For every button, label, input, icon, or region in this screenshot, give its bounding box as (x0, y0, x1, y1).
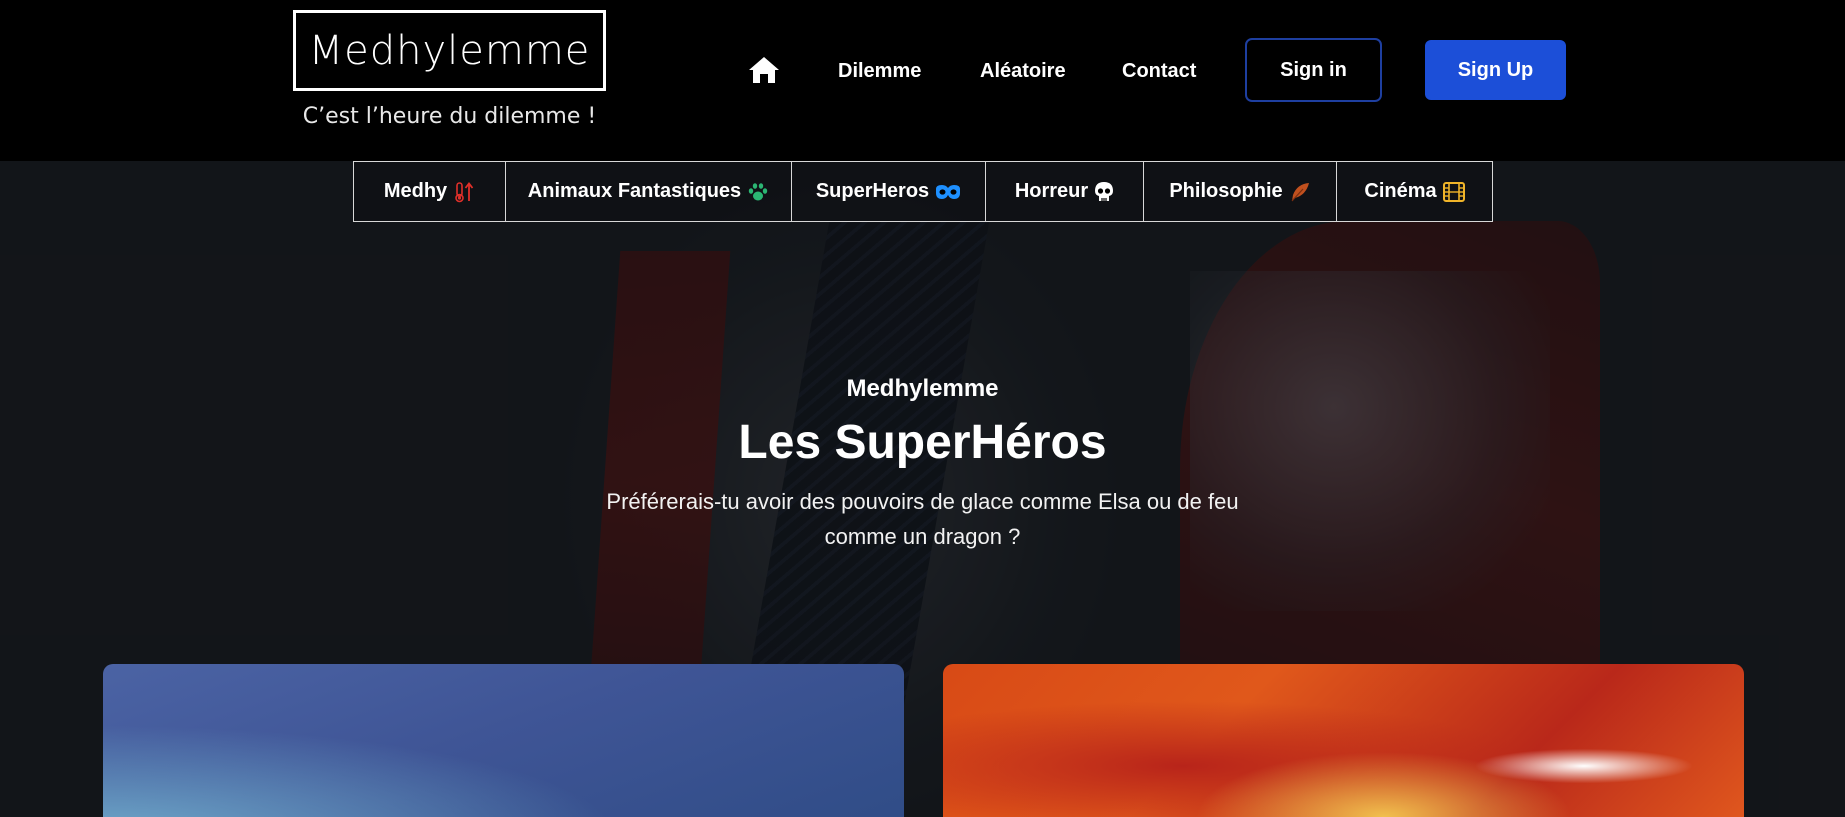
skull-icon (1094, 181, 1114, 203)
home-icon (749, 57, 779, 83)
category-label: Cinéma (1364, 180, 1437, 202)
hero-text: Medhylemme Les SuperHéros Préférerais-tu… (560, 375, 1285, 554)
hero-eyebrow: Medhylemme (846, 375, 999, 402)
paw-icon (747, 182, 769, 202)
category-label: Philosophie (1169, 180, 1283, 202)
feather-icon (1289, 181, 1311, 203)
logo-text: Medhylemme (308, 27, 591, 74)
choice-card-fire[interactable] (943, 664, 1744, 817)
header: Medhylemme C’est l’heure du dilemme ! Di… (0, 0, 1845, 161)
dilemma-question: Préférerais-tu avoir des pouvoirs de gla… (606, 489, 1239, 549)
choice-card-fire-image (943, 664, 1744, 817)
home-link[interactable] (748, 56, 780, 84)
category-bar: Medhy Animaux Fantastiques SuperHeros Ho… (353, 161, 1493, 222)
category-tab-cinema[interactable]: Cinéma (1337, 162, 1492, 221)
choice-card-ice[interactable] (103, 664, 904, 817)
category-tab-superheros[interactable]: SuperHeros (792, 162, 986, 221)
film-icon (1442, 181, 1465, 202)
mask-icon (935, 184, 961, 200)
sign-up-button[interactable]: Sign Up (1425, 40, 1566, 100)
category-tab-animaux-fantastiques[interactable]: Animaux Fantastiques (506, 162, 792, 221)
category-tab-horreur[interactable]: Horreur (986, 162, 1144, 221)
choice-card-ice-image (103, 664, 904, 817)
category-label: SuperHeros (815, 180, 930, 202)
nav-contact[interactable]: Contact (1122, 56, 1196, 86)
nav-aleatoire[interactable]: Aléatoire (980, 56, 1066, 86)
sign-up-label: Sign Up (1457, 58, 1534, 81)
hero-title: Les SuperHéros (738, 416, 1107, 469)
category-label: Horreur (1014, 180, 1089, 202)
category-tab-medhy[interactable]: Medhy (354, 162, 506, 221)
sign-in-label: Sign in (1280, 58, 1347, 81)
site-tagline: C’est l’heure du dilemme ! (302, 104, 597, 129)
category-tab-philosophie[interactable]: Philosophie (1144, 162, 1337, 221)
nav-dilemme[interactable]: Dilemme (838, 56, 921, 86)
site-logo[interactable]: Medhylemme (293, 10, 606, 91)
category-label: Medhy (383, 180, 448, 202)
category-label: Animaux Fantastiques (527, 180, 742, 202)
thermometer-arrows-icon (453, 181, 475, 203)
page: Medhylemme C’est l’heure du dilemme ! Di… (0, 0, 1845, 817)
sign-in-button[interactable]: Sign in (1245, 38, 1382, 102)
